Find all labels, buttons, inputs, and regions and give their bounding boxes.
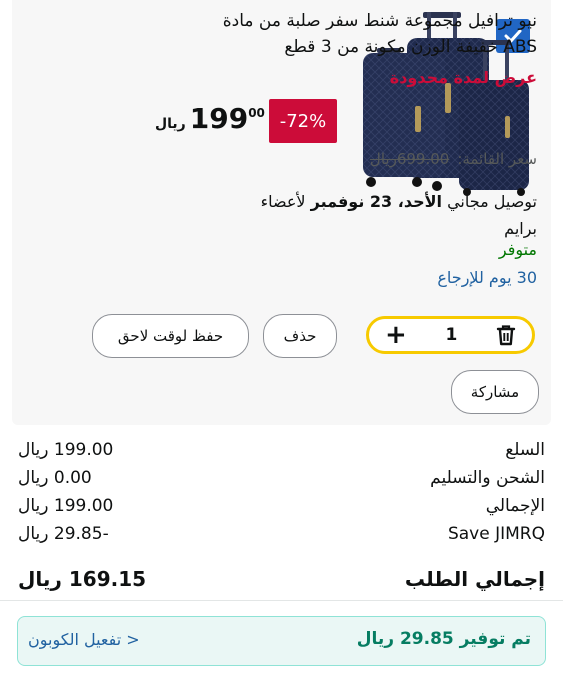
- share-button[interactable]: مشاركة: [451, 370, 539, 414]
- stock-status: متوفر: [498, 240, 537, 259]
- apply-coupon-link[interactable]: تفعيل الكوبون >: [28, 630, 140, 649]
- summary-label-subtotal: الإجمالي: [485, 496, 545, 516]
- deal-badge: عرض لمدة محدودة: [389, 68, 537, 87]
- delivery-prefix: توصيل مجاني: [447, 192, 537, 211]
- summary-label-shipping: الشحن والتسليم: [430, 468, 545, 488]
- summary-label-items: السلع: [505, 440, 545, 460]
- trash-icon: [496, 325, 516, 346]
- increase-quantity-button[interactable]: +: [385, 322, 407, 348]
- order-total-value: 169.15 ريال: [18, 567, 147, 591]
- savings-text: تم توفير 29.85 ريال: [356, 629, 531, 649]
- quantity-stepper: + 1: [366, 316, 535, 354]
- quantity-value: 1: [445, 325, 458, 345]
- delivery-info: توصيل مجاني الأحد، 23 نوفمبر لأعضاء براي…: [227, 188, 537, 242]
- product-title[interactable]: نيو ترافيل مجموعة شنط سفر صلبة من مادة A…: [217, 8, 537, 60]
- discount-badge: -72%: [269, 99, 337, 143]
- savings-banner: تم توفير 29.85 ريال تفعيل الكوبون >: [17, 616, 546, 666]
- list-price-value: 699.00ريال: [369, 150, 450, 168]
- summary-value-shipping: 0.00 ريال: [18, 468, 92, 488]
- divider: [0, 600, 563, 601]
- delete-button[interactable]: حذف: [263, 314, 337, 358]
- price-fraction: 00: [248, 106, 265, 120]
- price: ريال 199 00: [155, 102, 265, 140]
- delete-item-button[interactable]: [496, 324, 516, 346]
- summary-label-coupon: Save JIMRQ: [447, 524, 545, 544]
- list-price-label: سعر القائمة:: [457, 150, 537, 168]
- list-price-row: سعر القائمة: 699.00ريال: [370, 150, 537, 168]
- summary-value-subtotal: 199.00 ريال: [18, 496, 114, 516]
- summary-value-coupon: -29.85 ريال: [18, 524, 109, 544]
- price-currency: ريال: [155, 116, 186, 132]
- summary-value-items: 199.00 ريال: [18, 440, 114, 460]
- returns-link[interactable]: 30 يوم للإرجاع: [437, 268, 537, 287]
- delivery-date: الأحد، 23 نوفمبر: [310, 192, 442, 211]
- price-whole: 199: [189, 102, 249, 135]
- order-total-label: إجمالي الطلب: [404, 567, 545, 591]
- save-for-later-button[interactable]: حفظ لوقت لاحق: [92, 314, 249, 358]
